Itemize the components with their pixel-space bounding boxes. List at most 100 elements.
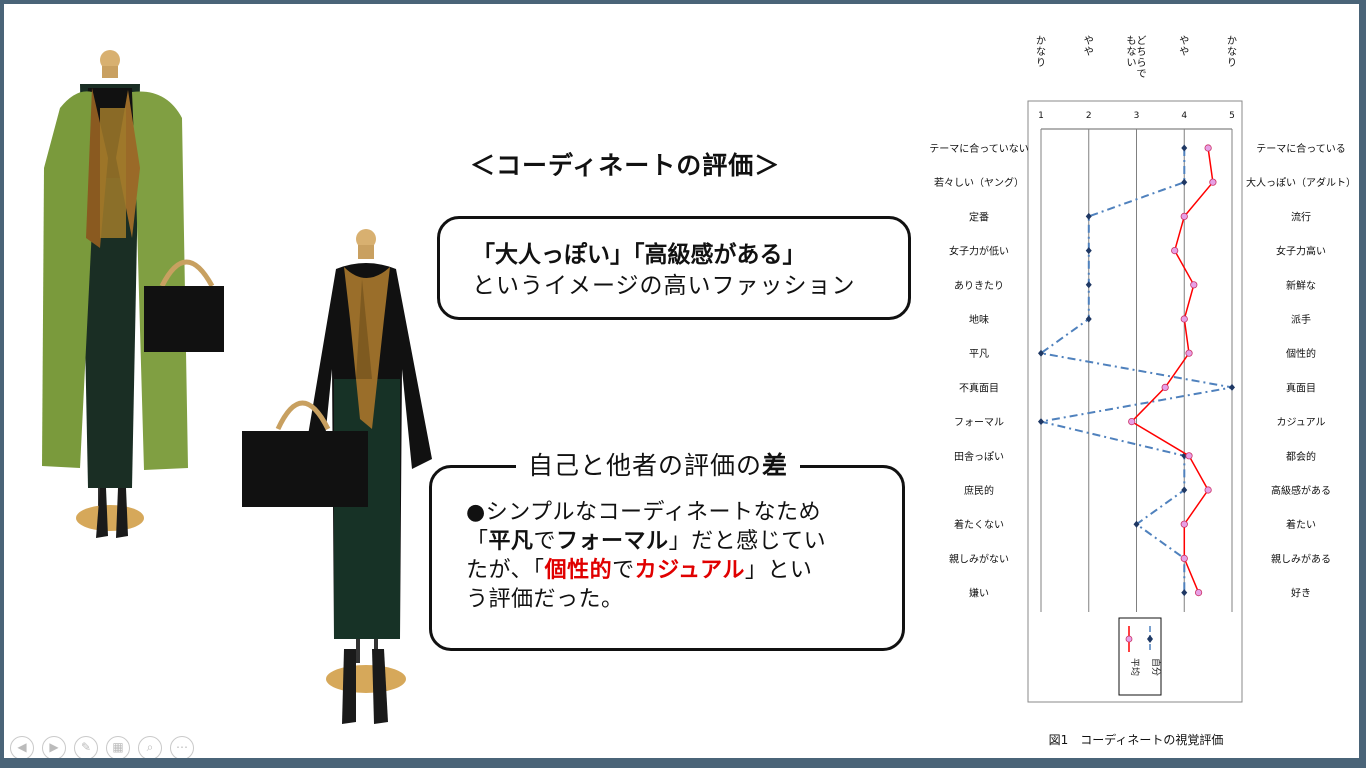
row-label-left: 平凡 (969, 348, 989, 360)
scale-header: かなり (1227, 35, 1237, 69)
series-marker-self (1085, 281, 1092, 289)
series-marker-average (1209, 178, 1217, 186)
svg-text:や: や (1084, 46, 1094, 58)
svg-text:も: も (1127, 35, 1137, 47)
row-label-right: 高級感がある (1271, 484, 1331, 497)
series-marker-average (1204, 144, 1212, 152)
difference-box-title: 自己と他者の評価の差 (516, 446, 801, 482)
svg-text:や: や (1179, 35, 1189, 47)
row-label-left: 不真面目 (959, 381, 999, 394)
series-marker-average (1180, 520, 1188, 528)
series-marker-self (1181, 144, 1188, 152)
series-marker-self (1085, 212, 1092, 220)
slides-icon[interactable]: ▦ (106, 736, 130, 758)
svg-text:な: な (1227, 46, 1237, 58)
row-label-right: 流行 (1291, 210, 1311, 223)
scale-header: かなり (1036, 35, 1046, 69)
series-marker-average (1194, 588, 1203, 597)
row-label-right: テーマに合っている (1256, 142, 1346, 155)
scale-header: やや (1084, 35, 1094, 58)
difference-box: 自己と他者の評価の差 ●シンプルなコーディネートなため 「平凡でフォーマル」だと… (429, 446, 905, 651)
svg-text:や: や (1179, 46, 1189, 58)
chart-frame (1027, 100, 1243, 703)
svg-text:り: り (1036, 57, 1046, 69)
row-label-left: フォーマル (954, 418, 1004, 429)
impression-description: というイメージの高いファッション (472, 273, 856, 299)
prev-icon[interactable]: ◀ (10, 736, 34, 758)
svg-text:や: や (1084, 35, 1094, 47)
legend-marker (1125, 635, 1133, 643)
row-label-left: 田舎っぽい (954, 451, 1004, 463)
tick-label: 3 (1134, 111, 1140, 121)
svg-text:で: で (1137, 69, 1147, 80)
row-label-left: 着たくない (954, 518, 1004, 531)
row-label-left: 親しみがない (949, 552, 1009, 565)
series-marker-average (1204, 486, 1212, 494)
row-label-left: テーマに合っていない (929, 142, 1029, 155)
row-label-right: 新鮮な (1286, 279, 1316, 292)
series-marker-average (1161, 383, 1169, 391)
evaluation-heading: ＜コーディネートの評価＞ (470, 151, 781, 180)
legend-label: 平均 (1129, 658, 1141, 676)
row-label-left: 定番 (969, 210, 989, 223)
svg-text:な: な (1036, 46, 1046, 58)
series-marker-self (1085, 247, 1092, 255)
svg-text:り: り (1227, 57, 1237, 69)
scale-header: どちらで もない (1127, 35, 1147, 80)
series-marker-self (1181, 589, 1188, 597)
tick-label: 1 (1038, 111, 1044, 121)
row-label-right: 派手 (1291, 313, 1311, 326)
row-label-left: ありきたり (954, 280, 1004, 292)
series-marker-average (1171, 247, 1179, 255)
chart-caption: 図1 コーディネートの視覚評価 (1049, 732, 1224, 747)
series-marker-average (1180, 554, 1188, 563)
series-marker-self (1229, 383, 1235, 391)
series-line (1130, 147, 1214, 593)
semantic-differential-chart: 1 2 3 4 5かなりややどちらでもないややかなりテーマに合っていない テーマに合ってい… (929, 35, 1354, 747)
svg-text:な: な (1127, 46, 1137, 58)
row-label-left: 若々しい（ヤング） (934, 176, 1024, 189)
row-label-right: 真面目 (1286, 381, 1316, 394)
row-label-left: 嫌い (969, 587, 989, 600)
pen-icon[interactable]: ✎ (74, 736, 98, 758)
outfit-photo-sweater (242, 229, 432, 724)
row-label-right: 好き (1291, 588, 1311, 600)
difference-box-text: ●シンプルなコーディネートなため 「平凡でフォーマル」だと感じてい たが、「個性… (466, 500, 827, 612)
legend-box (1118, 617, 1162, 696)
series-marker-average (1185, 349, 1193, 357)
series-marker-average (1180, 212, 1188, 220)
series-marker-average (1128, 417, 1136, 426)
row-label-right: 大人っぽい（アダルト） (1246, 176, 1354, 189)
series-marker-self (1181, 178, 1188, 186)
tick-label: 4 (1181, 111, 1187, 121)
svg-text:ち: ち (1137, 46, 1147, 58)
row-label-right: 都会的 (1286, 450, 1316, 463)
series-marker-self (1038, 418, 1044, 426)
impression-keywords: 「大人っぽい」「高級感がある」 (472, 242, 806, 268)
svg-text:か: か (1036, 35, 1046, 47)
row-label-left: 女子力が低い (949, 245, 1009, 258)
legend-label: 自分 (1150, 658, 1162, 676)
row-label-left: 地味 (969, 313, 989, 326)
series-marker-average (1180, 315, 1188, 323)
series-marker-average (1190, 281, 1198, 289)
row-label-left: 庶民的 (964, 484, 994, 497)
impression-box: 「大人っぽい」「高級感がある」 というイメージの高いファッション (437, 216, 911, 320)
series-marker-average (1185, 452, 1193, 460)
scale-header: やや (1179, 35, 1189, 58)
tick-label: 5 (1229, 111, 1235, 121)
svg-text:か: か (1227, 35, 1237, 47)
tick-label: 2 (1086, 111, 1092, 121)
row-label-right: 女子力高い (1276, 245, 1326, 258)
outfit-photo-coat (42, 50, 224, 538)
row-label-right: 個性的 (1286, 347, 1316, 360)
next-icon[interactable]: ▶ (42, 736, 66, 758)
slide: ＜コーディネートの評価＞ 「大人っぽい」「高級感がある」 というイメージの高いフ… (4, 4, 1359, 758)
zoom-icon[interactable]: ⌕ (138, 736, 162, 758)
svg-text:ど: ど (1137, 35, 1147, 47)
row-label-right: 親しみがある (1271, 552, 1331, 565)
row-label-right: カジュアル (1277, 417, 1326, 429)
more-icon[interactable]: ⋯ (170, 736, 194, 758)
row-label-right: 着たい (1286, 518, 1316, 531)
svg-text:ら: ら (1137, 57, 1147, 69)
